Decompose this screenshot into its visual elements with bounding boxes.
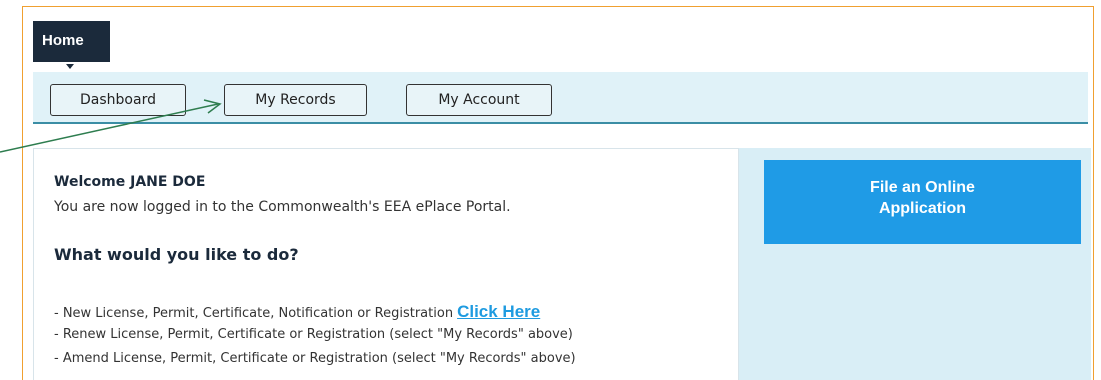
annotation-arrow-icon xyxy=(0,99,222,153)
